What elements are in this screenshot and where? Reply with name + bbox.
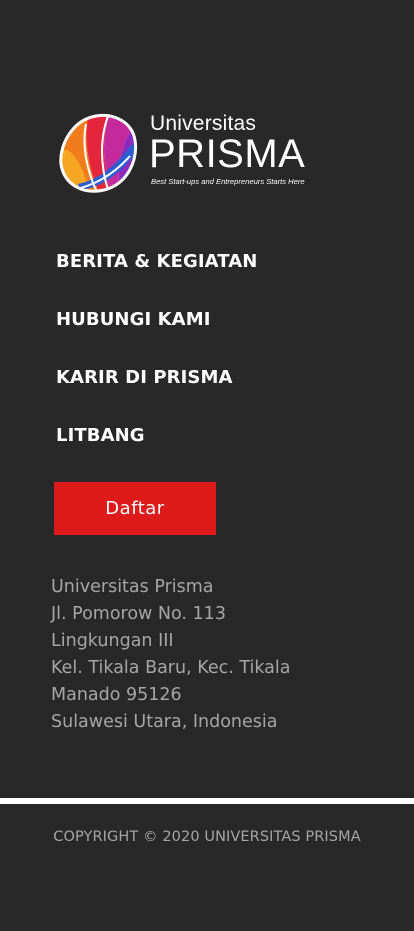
- address-line: Universitas Prisma: [51, 577, 214, 597]
- logo-name-big: PRISMA: [149, 132, 306, 176]
- copyright-text: COPYRIGHT © 2020 UNIVERSITAS PRISMA: [53, 829, 361, 845]
- nav-item-litbang[interactable]: LITBANG: [56, 422, 257, 480]
- main-nav: BERITA & KEGIATAN HUBUNGI KAMI KARIR DI …: [56, 248, 257, 480]
- address-line: Jl. Pomorow No. 113: [51, 604, 226, 624]
- footer-divider: [0, 798, 414, 804]
- university-logo[interactable]: Universitas PRISMA Best Start-ups and En…: [58, 110, 320, 198]
- daftar-button[interactable]: Daftar: [54, 482, 216, 535]
- nav-item-hubungi-kami[interactable]: HUBUNGI KAMI: [56, 306, 257, 364]
- address-line: Sulawesi Utara, Indonesia: [51, 712, 278, 732]
- prisma-emblem-icon: [59, 113, 138, 193]
- logo-tagline: Best Start-ups and Entrepreneurs Starts …: [151, 177, 305, 186]
- address-line: Lingkungan III: [51, 631, 174, 651]
- address-block: Universitas Prisma Jl. Pomorow No. 113 L…: [51, 574, 290, 736]
- address-line: Kel. Tikala Baru, Kec. Tikala: [51, 658, 291, 678]
- address-line: Manado 95126: [51, 685, 182, 705]
- nav-item-berita-kegiatan[interactable]: BERITA & KEGIATAN: [56, 248, 257, 306]
- nav-item-karir-di-prisma[interactable]: KARIR DI PRISMA: [56, 364, 257, 422]
